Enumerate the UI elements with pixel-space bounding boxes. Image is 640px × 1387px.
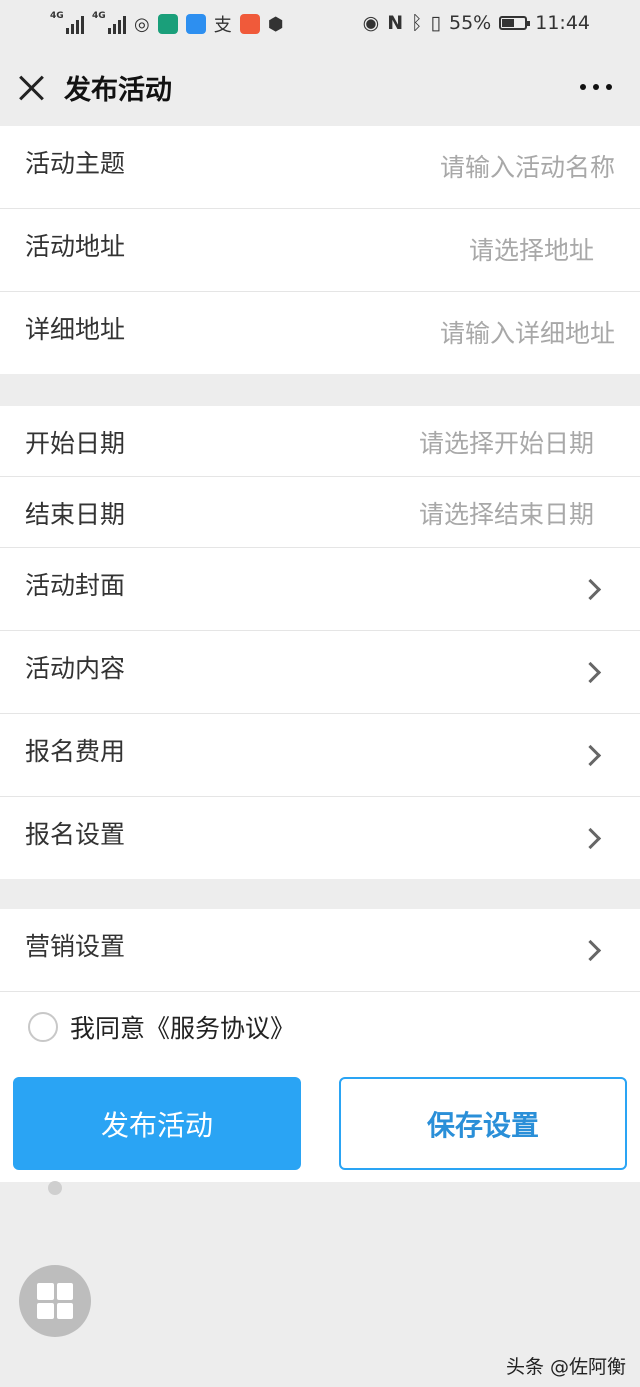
registration-settings-row[interactable]: 报名设置 [0,797,640,879]
form-group-details: 开始日期 请选择开始日期 结束日期 请选择结束日期 活动封面 活动内容 报名费用… [0,406,640,879]
action-buttons: 发布活动 保存设置 [0,1062,640,1182]
network-type-label: 4G [50,11,64,21]
chevron-right-icon [579,744,602,767]
battery-icon [499,16,531,30]
agreement-text[interactable]: 我同意《服务协议》 [70,1009,295,1045]
close-icon[interactable] [18,74,46,102]
app-notification-icon [185,14,206,34]
shield-icon: ⬢ [267,13,284,35]
publish-button[interactable]: 发布活动 [13,1077,301,1170]
signal-icon: 4G [50,11,84,34]
activity-address-row[interactable]: 活动地址 请选择地址 [0,209,640,292]
vibrate-icon: ▯ [430,12,441,34]
row-label: 活动地址 [25,232,126,261]
row-label: 报名设置 [25,820,126,849]
bluetooth-icon: ᛒ [411,12,423,34]
eye-icon: ◉ [362,12,380,34]
end-date-select[interactable]: 请选择结束日期 [419,495,594,531]
chevron-right-icon [579,578,602,601]
row-label: 活动封面 [25,571,126,600]
activity-topic-row[interactable]: 活动主题 请输入活动名称 [0,126,640,209]
row-label: 开始日期 [25,429,126,458]
save-settings-button[interactable]: 保存设置 [339,1077,627,1170]
row-label: 营销设置 [25,932,126,961]
page-title: 发布活动 [64,75,172,106]
row-label: 详细地址 [25,315,126,344]
status-left: 4G 4G ◎ 支 ⬢ [50,11,283,37]
agreement-radio[interactable] [28,1012,58,1042]
indicator-dot [48,1181,62,1195]
grid-icon [37,1283,73,1319]
start-date-row[interactable]: 开始日期 请选择开始日期 [0,406,640,477]
status-right: ◉ N ᛒ ▯ 55% 11:44 [363,12,590,34]
detail-address-input[interactable]: 请输入详细地址 [440,314,615,350]
marketing-settings-row[interactable]: 营销设置 [0,909,640,991]
chevron-right-icon [579,827,602,850]
row-label: 报名费用 [25,737,126,766]
chevron-right-icon [579,661,602,684]
row-label: 活动内容 [25,654,126,683]
battery-percent: 55% [449,12,492,34]
form-group-basic: 活动主题 请输入活动名称 活动地址 请选择地址 详细地址 请输入详细地址 [0,126,640,374]
app-notification-icon [239,14,260,34]
registration-fee-row[interactable]: 报名费用 [0,714,640,797]
clock: 11:44 [535,12,590,34]
row-label: 结束日期 [25,500,126,529]
hotspot-icon: ◎ [134,13,150,35]
address-select[interactable]: 请选择地址 [469,231,594,267]
end-date-row[interactable]: 结束日期 请选择结束日期 [0,477,640,548]
chevron-right-icon [579,939,602,962]
agreement-section: 我同意《服务协议》 [0,992,640,1062]
detail-address-row[interactable]: 详细地址 请输入详细地址 [0,292,640,374]
form-group-marketing: 营销设置 [0,909,640,992]
alipay-icon: 支 [213,15,232,36]
watermark: 头条 @佐阿衡 [505,1356,626,1378]
floating-menu-button[interactable] [19,1265,91,1337]
row-label: 活动主题 [25,149,126,178]
network-type-label: 4G [92,11,106,21]
activity-cover-row[interactable]: 活动封面 [0,548,640,631]
activity-content-row[interactable]: 活动内容 [0,631,640,714]
more-options-icon[interactable] [580,84,612,90]
app-notification-icon [157,14,178,34]
navigation-bar: 发布活动 [0,48,640,126]
status-bar: 4G 4G ◎ 支 ⬢ ◉ N ᛒ ▯ 55% 11:44 [0,0,640,48]
activity-name-input[interactable]: 请输入活动名称 [440,148,615,184]
signal-icon: 4G [92,11,126,34]
start-date-select[interactable]: 请选择开始日期 [419,424,594,460]
nfc-icon: N [387,12,404,34]
